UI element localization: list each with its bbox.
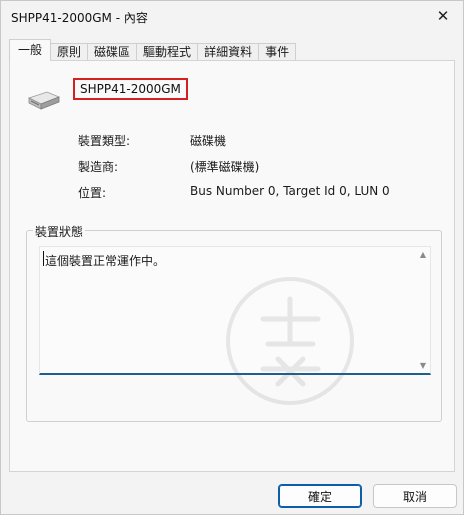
property-device-type: 裝置類型: 磁碟機 [78, 132, 448, 148]
tab-volumes[interactable]: 磁碟區 [87, 43, 138, 61]
properties-dialog: SHPP41-2000GM - 內容 ✕ 一般 原則 磁碟區 驅動程式 詳細資料… [0, 0, 464, 515]
property-manufacturer: 製造商: (標準磁碟機) [78, 158, 448, 174]
property-label: 裝置類型: [78, 134, 131, 148]
property-value: (標準磁碟機) [190, 160, 260, 174]
text-caret [43, 251, 44, 266]
status-scrollbar[interactable]: ▲ ▼ [416, 247, 430, 374]
tab-general[interactable]: 一般 [9, 39, 52, 61]
scroll-down-icon[interactable]: ▼ [418, 361, 428, 371]
close-button[interactable]: ✕ [423, 1, 463, 31]
device-status-legend: 裝置狀態 [33, 223, 86, 240]
tab-policies[interactable]: 原則 [50, 43, 89, 61]
property-value: Bus Number 0, Target Id 0, LUN 0 [190, 184, 390, 198]
property-value: 磁碟機 [190, 134, 227, 148]
general-tab-panel: SHPP41-2000GM 裝置類型: 磁碟機 製造商: (標準磁碟機) 位置:… [9, 60, 455, 472]
disk-drive-icon [27, 91, 61, 110]
tab-driver[interactable]: 驅動程式 [136, 43, 199, 61]
device-name: SHPP41-2000GM [73, 78, 188, 100]
device-status-text: 這個裝置正常運作中。 [45, 254, 166, 268]
property-label: 位置: [78, 186, 107, 200]
close-icon: ✕ [436, 7, 450, 25]
property-location: 位置: Bus Number 0, Target Id 0, LUN 0 [78, 184, 448, 200]
tab-strip: 一般 原則 磁碟區 驅動程式 詳細資料 事件 [9, 39, 297, 61]
ok-button[interactable]: 確定 [278, 484, 362, 508]
title-bar: SHPP41-2000GM - 內容 ✕ [1, 1, 463, 33]
tab-details[interactable]: 詳細資料 [197, 43, 260, 61]
watermark-seal-icon [226, 277, 354, 405]
property-label: 製造商: [78, 160, 119, 174]
tab-events[interactable]: 事件 [258, 43, 297, 61]
cancel-button[interactable]: 取消 [373, 484, 457, 508]
window-title: SHPP41-2000GM - 內容 [11, 11, 148, 25]
scroll-up-icon[interactable]: ▲ [418, 250, 428, 260]
